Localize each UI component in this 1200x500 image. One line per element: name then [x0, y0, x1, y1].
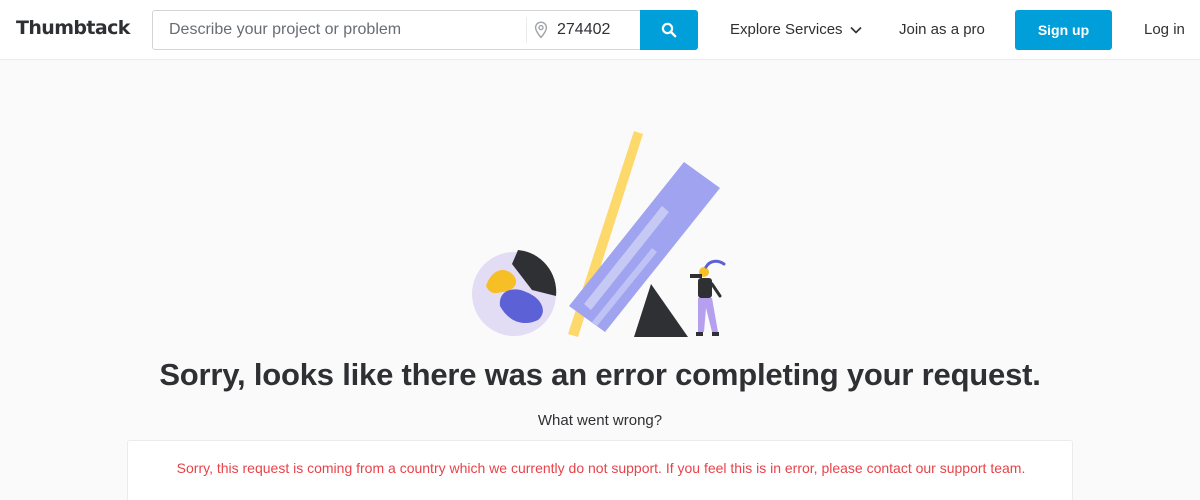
error-message: Sorry, this request is coming from a cou… — [176, 460, 1026, 476]
error-message-card: Sorry, this request is coming from a cou… — [127, 440, 1073, 500]
search-divider — [526, 17, 527, 43]
explore-services-menu[interactable]: Explore Services — [730, 21, 862, 38]
error-headline: Sorry, looks like there was an error com… — [159, 357, 1041, 392]
location-pin-icon — [534, 21, 548, 39]
search-icon — [661, 22, 677, 38]
zip-code-input[interactable] — [557, 11, 637, 49]
log-in-link[interactable]: Log in — [1144, 21, 1185, 38]
search-box — [152, 10, 641, 50]
top-header: Thumbtack Explore Services Join as a pro… — [0, 0, 1200, 60]
project-search-input[interactable] — [153, 11, 525, 49]
explore-services-label: Explore Services — [730, 21, 843, 38]
search-button[interactable] — [640, 10, 698, 50]
sign-up-button[interactable]: Sign up — [1015, 10, 1112, 50]
join-as-pro-link[interactable]: Join as a pro — [899, 21, 985, 38]
chevron-down-icon — [849, 26, 862, 34]
thumbtack-logo[interactable]: Thumbtack — [16, 17, 130, 39]
what-went-wrong-label: What went wrong? — [537, 412, 663, 429]
error-illustration — [472, 131, 726, 337]
